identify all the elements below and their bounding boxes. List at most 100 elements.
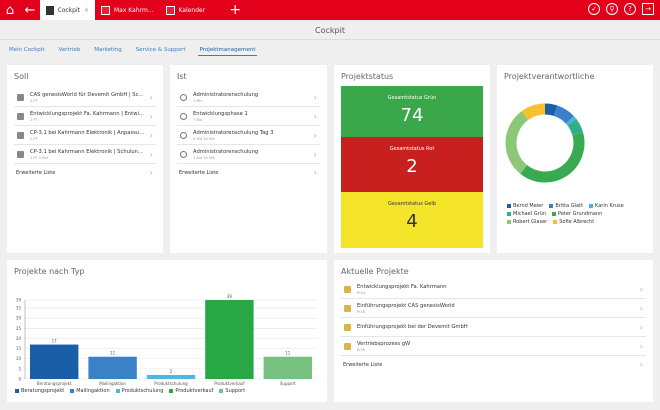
list-item[interactable]: Entwicklungsprojekt Fa. Kahrmann Pr44 › <box>341 280 646 299</box>
legend-label: Robert Glaser <box>513 219 548 225</box>
bar[interactable] <box>263 356 312 379</box>
chevron-right-icon: › <box>639 322 643 332</box>
tab-service-support[interactable]: Service & Support <box>134 45 188 56</box>
check-icon[interactable]: ✓ <box>588 3 600 15</box>
legend-swatch <box>507 204 511 208</box>
card-title: Projektstatus <box>341 72 394 81</box>
item-subtitle: 2 PT <box>30 136 38 141</box>
extended-list-link[interactable]: Erweiterte Liste › <box>14 164 156 181</box>
item-subtitle: 1 Min <box>193 98 203 103</box>
stopwatch-icon <box>180 93 187 101</box>
donut-slice[interactable] <box>567 118 584 136</box>
bar[interactable] <box>205 300 254 379</box>
help-icon[interactable]: ? <box>624 3 636 15</box>
item-subtitle: 2 PT <box>30 117 38 122</box>
legend-swatch <box>169 389 174 393</box>
item-subtitle: Pr48 <box>357 309 365 314</box>
search-icon[interactable]: ⚲ <box>606 3 618 15</box>
legend-swatch <box>507 220 511 224</box>
bar[interactable] <box>30 344 79 379</box>
status-yellow[interactable]: Gesamtstatus Gelb 4 <box>341 192 483 248</box>
legend-item: Beratungsprojekt <box>15 388 64 394</box>
tab-projektmanagement[interactable]: Projektmanagement <box>197 45 258 56</box>
tab-label: Max Kahrm... <box>114 6 154 14</box>
bar-value-label: 11 <box>110 351 116 356</box>
list-item[interactable]: CAS genesisWorld für Devemit GmbH | Sch.… <box>14 88 156 107</box>
document-icon <box>17 112 24 120</box>
y-tick-label: 10 <box>16 356 22 361</box>
document-icon <box>344 323 351 331</box>
card-title: Projekte nach Typ <box>14 267 85 276</box>
list-item[interactable]: CP-3.1 bei Kahrmann Elektronik | Anpassu… <box>14 126 156 145</box>
top-bar: ⌂ ← Cockpit × Max Kahrm... Kalender + ✓ ⚲?… <box>0 0 660 20</box>
item-title: Entwicklungsprojekt Fa. Kahrmann <box>357 283 447 290</box>
extended-list-link[interactable]: Erweiterte Liste › <box>341 356 646 373</box>
item-title: Vertriebsprozess gW <box>357 340 411 347</box>
item-subtitle: Pr39 <box>357 347 365 352</box>
list-item[interactable]: Entwicklungsphase 17 Std › <box>177 107 320 126</box>
donut-slice[interactable] <box>565 116 577 126</box>
donut-slice[interactable] <box>505 111 529 174</box>
x-tick-label: Produktschulung <box>154 381 188 386</box>
list-item[interactable]: Administratorenschulung Tag 36 Std 30 Mi… <box>177 126 320 145</box>
logout-icon[interactable]: → <box>642 3 654 15</box>
home-icon[interactable]: ⌂ <box>0 3 20 18</box>
item-subtitle: 1 Std 30 Min <box>193 155 216 160</box>
chevron-right-icon: › <box>149 92 153 102</box>
legend-item: Robert Glaser <box>507 219 547 225</box>
list-item[interactable]: Administratorenschulung 1 Std 30 Min › <box>177 145 320 164</box>
y-tick-label: 20 <box>16 336 22 341</box>
donut-slice[interactable] <box>521 103 546 121</box>
list-item[interactable]: Administratorenschulung 1 Min › <box>177 88 320 107</box>
tab-vertrieb[interactable]: Vertrieb <box>56 45 82 56</box>
bar[interactable] <box>88 356 137 379</box>
donut-slice[interactable] <box>544 103 558 116</box>
owners-donut-chart <box>505 103 585 183</box>
tab-mein-cockpit[interactable]: Mein Cockpit <box>7 45 46 56</box>
donut-slice[interactable] <box>553 105 574 124</box>
status-label: Gesamtstatus Grün <box>387 95 437 101</box>
extended-list-link[interactable]: Erweiterte Liste › <box>177 164 320 181</box>
legend-item: Produktverkauf <box>169 388 213 394</box>
projekte-nach-typ-card: Projekte nach Typ 0 5 10 15 20 25 30 35 39 17 Bera… <box>7 260 327 402</box>
chevron-right-icon: › <box>639 303 643 313</box>
status-label: Gesamtstatus Gelb <box>388 201 436 207</box>
legend-item: Bernd Meier <box>507 203 543 209</box>
legend-swatch <box>115 389 120 393</box>
card-title: Ist <box>177 72 187 81</box>
status-red[interactable]: Gesamtstatus Rot 2 <box>341 137 483 192</box>
legend-label: Mailingaktion <box>76 388 110 394</box>
list-item[interactable]: Vertriebsprozess gW Pr39 › <box>341 337 646 356</box>
legend-swatch <box>507 212 511 216</box>
y-tick-label: 5 <box>18 366 21 371</box>
list-item[interactable]: CP-3.1 bei Kahrmann Elektronik | Schulun… <box>14 145 156 164</box>
status-green[interactable]: Gesamtstatus Grün 74 <box>341 86 483 137</box>
tab-cockpit[interactable]: Cockpit × <box>40 0 95 20</box>
list-item[interactable]: Entwicklungsprojekt Fa. Kahrmann | Entwi… <box>14 107 156 126</box>
add-tab-icon[interactable]: + <box>225 2 245 18</box>
back-icon[interactable]: ← <box>20 3 40 18</box>
chevron-right-icon: › <box>639 341 643 351</box>
x-tick-label: Produktverkauf <box>214 381 245 386</box>
tab-marketing[interactable]: Marketing <box>92 45 123 56</box>
bar-value-label: 17 <box>52 339 58 344</box>
donut-slice[interactable] <box>520 132 585 183</box>
contact-icon <box>101 5 110 15</box>
chevron-right-icon: › <box>313 92 317 102</box>
tab-label: Cockpit <box>57 6 80 14</box>
legend-swatch <box>553 220 558 224</box>
bar[interactable] <box>146 374 196 379</box>
tab-contact[interactable]: Max Kahrm... <box>95 0 160 20</box>
status-value: 2 <box>406 156 418 177</box>
legend-item: Peter Grundmann <box>552 211 602 217</box>
y-tick-label: 25 <box>16 326 22 331</box>
legend-item: Mailingaktion <box>70 388 110 394</box>
legend-swatch <box>15 389 19 393</box>
list-item[interactable]: Einführungsprojekt bei der Devemit GmbH › <box>341 318 646 337</box>
legend-label: Michael Grün <box>513 211 547 217</box>
cockpit-icon <box>46 5 54 15</box>
legend-item: Sofie Albrecht <box>553 219 594 225</box>
close-tab-icon[interactable]: × <box>84 7 89 14</box>
list-item[interactable]: Einführungsprojekt CAS genesisWorld Pr48 › <box>341 299 646 318</box>
tab-calendar[interactable]: Kalender <box>160 0 212 20</box>
